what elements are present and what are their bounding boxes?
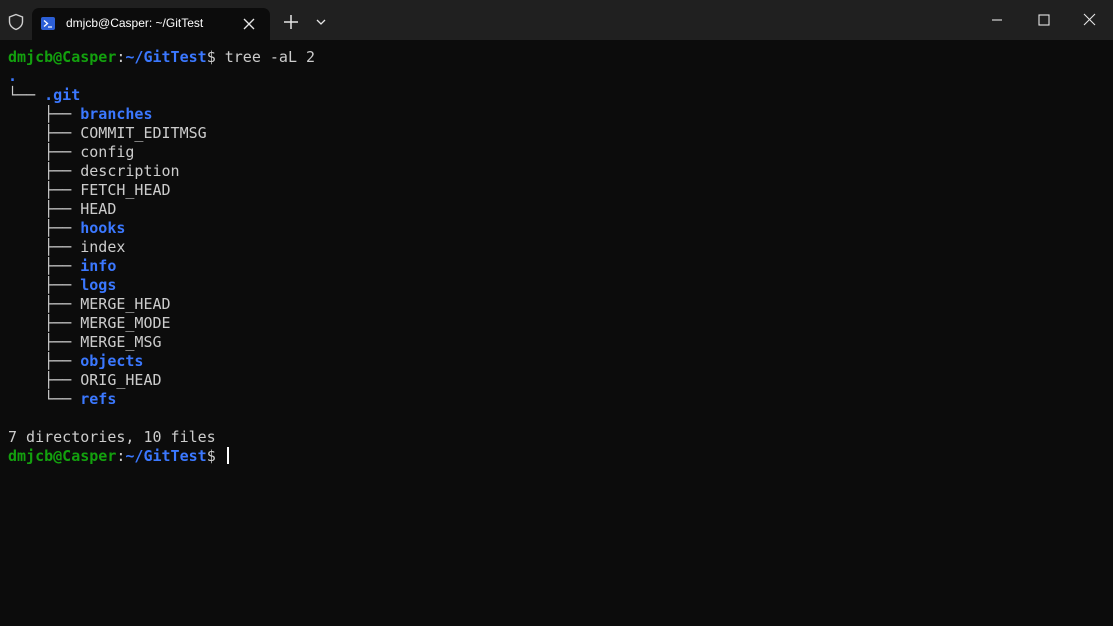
- text-cursor: [226, 447, 229, 464]
- tree-entry: ├── index: [8, 238, 125, 257]
- tree-branch-glyph: ├──: [8, 352, 81, 370]
- minimize-icon[interactable]: [988, 10, 1008, 30]
- tree-root: .: [8, 67, 17, 86]
- tree-entry: ├── MERGE_MODE: [8, 314, 171, 333]
- new-tab-icon[interactable]: [283, 14, 299, 30]
- maximize-icon[interactable]: [1034, 10, 1054, 30]
- git-dir-label: .git: [44, 86, 81, 104]
- close-window-icon[interactable]: [1080, 10, 1100, 30]
- terminal-output[interactable]: dmjcb@Casper:~/GitTest$ tree -aL 2 . └──…: [0, 40, 1113, 626]
- file-name: MERGE_HEAD: [80, 295, 171, 313]
- tree-branch-glyph: ├──: [8, 295, 81, 313]
- tree-branch-glyph: ├──: [8, 371, 81, 389]
- tree-entry: ├── logs: [8, 276, 116, 295]
- tree-entry: ├── MERGE_MSG: [8, 333, 162, 352]
- tree-entry: ├── FETCH_HEAD: [8, 181, 171, 200]
- tree-entry: ├── COMMIT_EDITMSG: [8, 124, 207, 143]
- file-name: description: [80, 162, 180, 180]
- command-line: dmjcb@Casper:~/GitTest$ tree -aL 2: [8, 48, 315, 67]
- tree-entry: └── refs: [8, 390, 116, 409]
- prompt-path: ~/GitTest: [125, 48, 207, 66]
- tree-git-row: └── .git: [8, 86, 80, 105]
- tree-entry: ├── config: [8, 143, 134, 162]
- file-name: FETCH_HEAD: [80, 181, 171, 199]
- tree-branch-glyph: ├──: [8, 238, 81, 256]
- file-name: index: [80, 238, 126, 256]
- tab-terminal[interactable]: dmjcb@Casper: ~/GitTest: [32, 8, 270, 40]
- tree-branch-glyph: ├──: [8, 333, 81, 351]
- directory-name: refs: [80, 390, 117, 408]
- tree-branch-glyph: ├──: [8, 162, 81, 180]
- prompt-path: ~/GitTest: [125, 447, 207, 465]
- directory-name: hooks: [80, 219, 126, 237]
- tree-branch-glyph: ├──: [8, 276, 81, 294]
- file-name: MERGE_MODE: [80, 314, 171, 332]
- title-bar: dmjcb@Casper: ~/GitTest: [0, 0, 1113, 40]
- file-name: MERGE_MSG: [80, 333, 162, 351]
- command-text: tree -aL 2: [224, 48, 316, 66]
- tree-root-label: .: [8, 67, 18, 85]
- tree-entry: ├── info: [8, 257, 116, 276]
- tree-entry: ├── objects: [8, 352, 143, 371]
- prompt-user-host: dmjcb@Casper: [8, 447, 117, 465]
- tree-entry: ├── description: [8, 162, 180, 181]
- powershell-icon: [41, 17, 55, 30]
- directory-name: info: [80, 257, 117, 275]
- tree-branch-glyph: └──: [8, 86, 36, 104]
- file-name: COMMIT_EDITMSG: [80, 124, 207, 142]
- prompt-symbol: $: [206, 48, 216, 66]
- directory-name: branches: [80, 105, 153, 123]
- file-name: config: [80, 143, 135, 161]
- tree-branch-glyph: ├──: [8, 143, 81, 161]
- file-name: HEAD: [80, 200, 117, 218]
- tree-branch-glyph: ├──: [8, 105, 81, 123]
- prompt-line[interactable]: dmjcb@Casper:~/GitTest$: [8, 447, 229, 466]
- summary-line: 7 directories, 10 files: [8, 428, 216, 446]
- directory-name: logs: [80, 276, 117, 294]
- tree-branch-glyph: └──: [8, 390, 81, 408]
- tree-branch-glyph: ├──: [8, 181, 81, 199]
- tree-branch-glyph: ├──: [8, 200, 81, 218]
- tree-entry: ├── MERGE_HEAD: [8, 295, 171, 314]
- prompt-symbol: $: [206, 447, 216, 465]
- tree-entry: ├── hooks: [8, 219, 125, 238]
- tree-branch-glyph: ├──: [8, 314, 81, 332]
- terminal-window: dmjcb@Casper: ~/GitTest dmjcb@Casper:~/G…: [0, 0, 1113, 626]
- tab-title: dmjcb@Casper: ~/GitTest: [66, 16, 204, 30]
- close-tab-icon[interactable]: [242, 17, 256, 31]
- shield-icon[interactable]: [7, 13, 25, 31]
- tree-entry: ├── ORIG_HEAD: [8, 371, 162, 390]
- directory-name: objects: [80, 352, 144, 370]
- tree-entry: ├── branches: [8, 105, 153, 124]
- tree-branch-glyph: ├──: [8, 219, 81, 237]
- prompt-user-host: dmjcb@Casper: [8, 48, 117, 66]
- tree-branch-glyph: ├──: [8, 257, 81, 275]
- tree-entry: ├── HEAD: [8, 200, 116, 219]
- chevron-down-icon[interactable]: [315, 17, 327, 27]
- file-name: ORIG_HEAD: [80, 371, 162, 389]
- tree-branch-glyph: ├──: [8, 124, 81, 142]
